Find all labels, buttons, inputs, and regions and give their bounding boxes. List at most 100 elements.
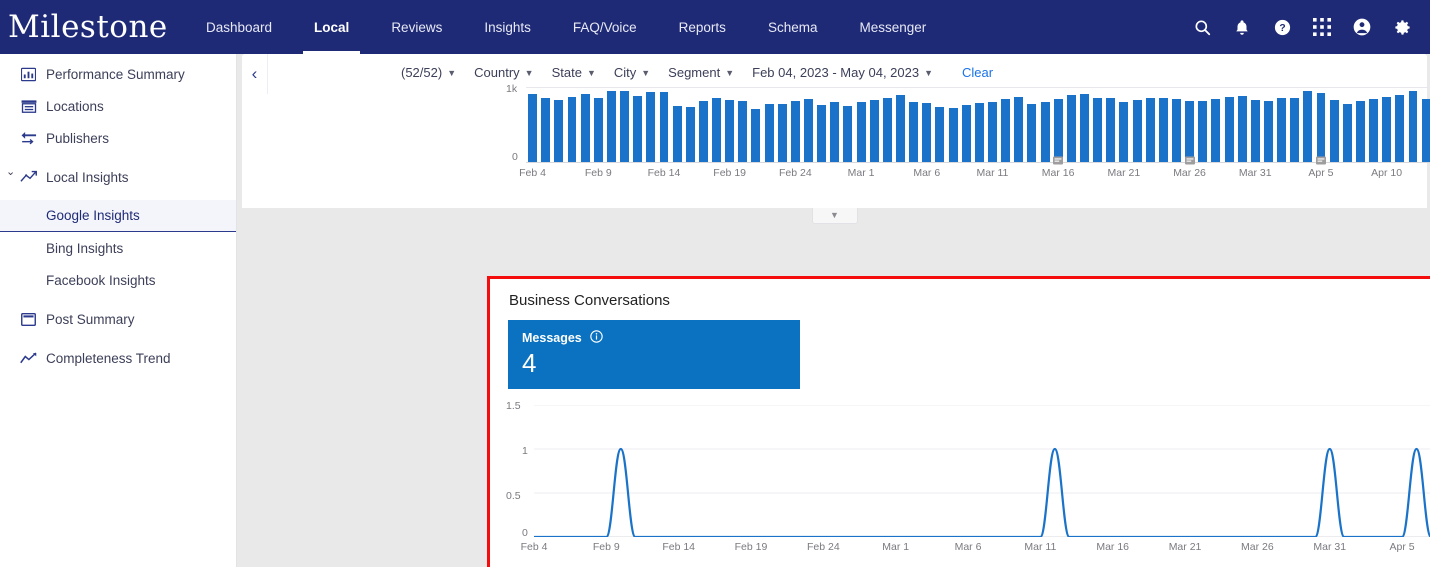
filter-feb-04-2023-may-04-2023[interactable]: Feb 04, 2023 - May 04, 2023 ▼: [743, 65, 942, 80]
bar[interactable]: [1198, 100, 1208, 162]
bar[interactable]: [646, 92, 656, 162]
bar[interactable]: [1119, 101, 1129, 162]
bar[interactable]: [856, 102, 866, 162]
bar[interactable]: [725, 99, 735, 162]
info-icon[interactable]: [590, 330, 603, 346]
bar[interactable]: [777, 103, 787, 162]
bar[interactable]: [1316, 93, 1326, 162]
bar[interactable]: [672, 106, 682, 162]
bar[interactable]: [698, 101, 708, 162]
filter--52-52-[interactable]: (52/52) ▼: [392, 65, 465, 80]
bar[interactable]: [1355, 100, 1365, 162]
bar[interactable]: [1158, 98, 1168, 162]
bar[interactable]: [593, 98, 603, 162]
sidebar-item-locations[interactable]: Locations: [0, 90, 236, 122]
bar[interactable]: [606, 91, 616, 162]
chevron-down-icon[interactable]: ▼: [641, 68, 650, 78]
bar[interactable]: [1132, 99, 1142, 162]
bar[interactable]: [738, 100, 748, 162]
bar[interactable]: [1001, 99, 1011, 162]
nav-link-schema[interactable]: Schema: [747, 0, 839, 54]
bar[interactable]: [817, 105, 827, 162]
bar[interactable]: [896, 95, 905, 162]
bar[interactable]: [685, 107, 695, 162]
bar[interactable]: [1171, 99, 1181, 162]
apps-grid-icon[interactable]: [1311, 16, 1333, 38]
bar[interactable]: [1040, 101, 1050, 162]
filter-state[interactable]: State ▼: [543, 65, 605, 80]
sidebar-item-completeness-trend[interactable]: Completeness Trend: [0, 342, 236, 374]
filter-segment[interactable]: Segment ▼: [659, 65, 743, 80]
nav-link-faq-voice[interactable]: FAQ/Voice: [552, 0, 658, 54]
search-icon[interactable]: [1191, 16, 1213, 38]
bar[interactable]: [751, 109, 761, 162]
sidebar-item-bing-insights[interactable]: Bing Insights: [0, 232, 236, 264]
help-icon[interactable]: ?: [1271, 16, 1293, 38]
bar[interactable]: [1093, 97, 1103, 162]
bar[interactable]: [1014, 96, 1024, 162]
chevron-down-icon[interactable]: ▼: [587, 68, 596, 78]
bar[interactable]: [988, 101, 997, 162]
bar[interactable]: [554, 100, 564, 162]
bar[interactable]: [1250, 99, 1260, 162]
bell-icon[interactable]: [1231, 16, 1253, 38]
note-flag-icon[interactable]: [1053, 153, 1064, 165]
nav-link-dashboard[interactable]: Dashboard: [185, 0, 293, 54]
filter-city[interactable]: City ▼: [605, 65, 659, 80]
bar[interactable]: [1382, 96, 1392, 162]
bar[interactable]: [830, 102, 840, 162]
nav-link-messenger[interactable]: Messenger: [838, 0, 947, 54]
messages-kpi-card[interactable]: Messages 4: [508, 320, 800, 389]
sidebar-item-google-insights[interactable]: Google Insights: [0, 200, 236, 232]
bar[interactable]: [1145, 97, 1155, 162]
bar[interactable]: [764, 104, 774, 162]
bar[interactable]: [1329, 99, 1339, 162]
bar[interactable]: [869, 100, 879, 162]
bar[interactable]: [1395, 95, 1405, 162]
sidebar-item-facebook-insights[interactable]: Facebook Insights: [0, 264, 236, 296]
nav-link-reviews[interactable]: Reviews: [370, 0, 463, 54]
bar[interactable]: [1277, 98, 1287, 162]
chevron-down-icon[interactable]: ▼: [525, 68, 534, 78]
bar[interactable]: [1224, 97, 1234, 162]
filter-country[interactable]: Country ▼: [465, 65, 542, 80]
bar[interactable]: [974, 103, 984, 162]
bar[interactable]: [1342, 103, 1352, 162]
account-icon[interactable]: [1351, 16, 1373, 38]
bar[interactable]: [712, 98, 722, 162]
sidebar-item-publishers[interactable]: Publishers: [0, 122, 236, 154]
chevron-left-icon[interactable]: ‹: [242, 54, 268, 94]
note-flag-icon[interactable]: [1184, 153, 1195, 165]
bar[interactable]: [1303, 91, 1313, 162]
sidebar-item-local-insights[interactable]: ⌄ Local Insights: [0, 161, 236, 193]
clear-filters-button[interactable]: Clear: [942, 65, 1002, 80]
bar[interactable]: [1421, 98, 1430, 162]
bar[interactable]: [843, 105, 853, 162]
bar[interactable]: [1211, 98, 1221, 162]
bar[interactable]: [528, 93, 538, 162]
bar[interactable]: [1066, 95, 1076, 162]
bar[interactable]: [922, 103, 932, 162]
bar[interactable]: [790, 100, 800, 162]
chevron-down-icon[interactable]: ▼: [924, 68, 933, 78]
bar[interactable]: [1027, 104, 1037, 162]
chevron-down-icon[interactable]: ▼: [725, 68, 734, 78]
note-flag-icon[interactable]: [1315, 153, 1326, 165]
nav-link-reports[interactable]: Reports: [658, 0, 747, 54]
bar[interactable]: [1106, 98, 1116, 162]
bar[interactable]: [567, 96, 577, 162]
bar[interactable]: [633, 96, 643, 162]
bar[interactable]: [1408, 91, 1418, 162]
bar[interactable]: [1290, 97, 1300, 162]
bar[interactable]: [909, 101, 919, 162]
sidebar-item-post-summary[interactable]: Post Summary: [0, 303, 236, 335]
bar[interactable]: [948, 108, 958, 162]
bar[interactable]: [1237, 96, 1247, 162]
trend-card-expander[interactable]: ▼: [811, 208, 858, 224]
bar[interactable]: [580, 94, 590, 162]
sidebar-item-performance-summary[interactable]: Performance Summary: [0, 58, 236, 90]
chevron-down-icon[interactable]: ⌄: [6, 167, 15, 178]
bar[interactable]: [961, 105, 971, 162]
brand-logo[interactable]: Milestone: [0, 9, 185, 45]
bar[interactable]: [620, 91, 630, 162]
